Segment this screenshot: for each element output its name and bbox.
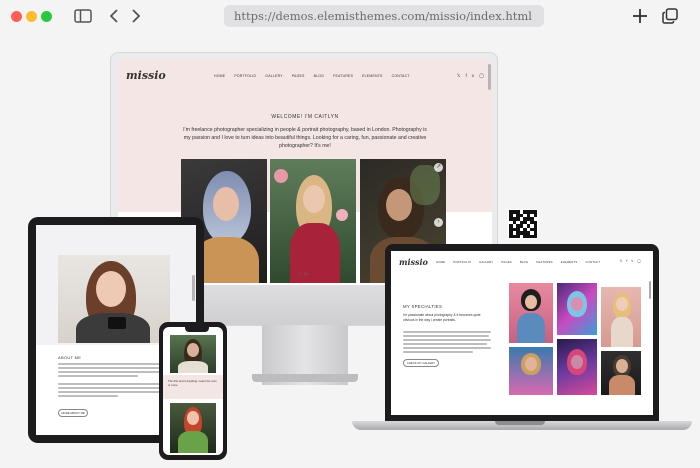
instagram-icon[interactable]: ◯ — [479, 73, 484, 79]
laptop-nav-gallery[interactable]: Gallery — [479, 260, 493, 264]
specialties-heading: My Specialties — [403, 304, 443, 309]
chevron-left-icon[interactable] — [106, 6, 122, 26]
hero-photo-2[interactable] — [270, 159, 356, 283]
laptop-nav-portfolio[interactable]: Portfolio — [453, 260, 471, 264]
laptop-social-links: 𝕏 f v ◯ — [620, 259, 641, 263]
laptop-nav-home[interactable]: Home — [436, 260, 445, 264]
minimize-window-button[interactable] — [26, 11, 37, 22]
phone-photo-1[interactable] — [170, 335, 216, 373]
sidebar-toggle-icon[interactable] — [72, 6, 94, 26]
about-heading: About Me — [58, 355, 82, 360]
tablet-scrollbar[interactable] — [192, 275, 195, 301]
phone-caption-box: The first and it anything. Learn the our… — [163, 375, 223, 399]
nav-item-pages[interactable]: Pages — [292, 74, 305, 78]
phone-caption-text: The first and it anything. Learn the our… — [168, 379, 217, 387]
specialties-lead: I'm passionate about photography & it be… — [403, 313, 481, 322]
monitor-stand-foot — [252, 374, 358, 382]
plus-icon[interactable] — [630, 6, 650, 26]
phone-screen: The first and it anything. Learn the our… — [163, 327, 223, 455]
close-window-button[interactable] — [11, 11, 22, 22]
gallery-photo-2[interactable] — [557, 283, 597, 335]
intro-text: I'm freelance photographer specializing … — [183, 127, 427, 149]
facebook-icon[interactable]: f — [465, 73, 466, 79]
facebook-icon[interactable]: f — [626, 259, 627, 263]
vimeo-icon[interactable]: v — [631, 259, 633, 263]
laptop-main-nav: Home Portfolio Gallery Pages Blog Featur… — [436, 260, 600, 264]
about-photo[interactable] — [58, 255, 170, 343]
gallery-photo-1[interactable] — [509, 283, 553, 343]
url-text: https://demos.elemisthemes.com/missio/in… — [234, 9, 532, 23]
site-logo[interactable]: missio — [126, 69, 166, 82]
main-nav: Home Portfolio Gallery Pages Blog Featur… — [214, 74, 410, 78]
slider-expand-icon[interactable]: ↗ — [434, 163, 443, 172]
check-gallery-button[interactable]: Check My Gallery — [403, 359, 439, 367]
laptop-hinge-notch — [495, 421, 545, 425]
slider-next-icon[interactable]: › — [434, 218, 443, 227]
browser-toolbar: https://demos.elemisthemes.com/missio/in… — [0, 0, 700, 34]
laptop-nav-pages[interactable]: Pages — [501, 260, 511, 264]
page-scrollbar[interactable] — [488, 64, 491, 90]
social-links: 𝕏 f v ◯ — [457, 73, 484, 79]
more-about-me-button[interactable]: More About Me — [58, 409, 88, 417]
laptop-nav-contact[interactable]: Contact — [585, 260, 600, 264]
instagram-icon[interactable]: ◯ — [637, 259, 641, 263]
nav-item-features[interactable]: Features — [333, 74, 353, 78]
laptop-screen: missio Home Portfolio Gallery Pages Blog… — [391, 251, 653, 415]
nav-item-blog[interactable]: Blog — [314, 74, 325, 78]
nav-item-elements[interactable]: Elements — [362, 74, 382, 78]
twitter-icon[interactable]: 𝕏 — [457, 73, 461, 79]
laptop-nav-elements[interactable]: Elements — [561, 260, 578, 264]
chevron-right-icon[interactable] — [128, 6, 144, 26]
address-bar[interactable]: https://demos.elemisthemes.com/missio/in… — [224, 5, 544, 27]
qr-code — [508, 209, 538, 239]
gallery-photo-4[interactable] — [509, 347, 553, 395]
laptop-nav-blog[interactable]: Blog — [520, 260, 529, 264]
phone-photo-2[interactable] — [170, 403, 216, 453]
nav-item-contact[interactable]: Contact — [392, 74, 410, 78]
gallery-photo-6[interactable] — [601, 351, 641, 395]
laptop-nav-features[interactable]: Features — [536, 260, 552, 264]
device-mockup-showcase: missio Home Portfolio Gallery Pages Blog… — [0, 34, 700, 468]
gallery-photo-3[interactable] — [601, 287, 641, 347]
nav-item-gallery[interactable]: Gallery — [265, 74, 282, 78]
laptop-mockup: missio Home Portfolio Gallery Pages Blog… — [385, 244, 659, 422]
gallery-photo-5[interactable] — [557, 339, 597, 395]
phone-mockup: The first and it anything. Learn the our… — [159, 322, 227, 460]
phone-notch — [185, 327, 209, 332]
vimeo-icon[interactable]: v — [472, 73, 474, 79]
maximize-window-button[interactable] — [41, 11, 52, 22]
slider-pagination: 1 / 10 — [298, 271, 309, 276]
welcome-heading: WELCOME! I'M CAITLYN — [271, 114, 339, 120]
duplicate-tabs-icon[interactable] — [660, 6, 680, 26]
twitter-icon[interactable]: 𝕏 — [620, 259, 623, 263]
nav-item-portfolio[interactable]: Portfolio — [234, 74, 256, 78]
laptop-site-logo[interactable]: missio — [399, 257, 428, 267]
nav-item-home[interactable]: Home — [214, 74, 225, 78]
laptop-scrollbar[interactable] — [649, 281, 651, 299]
